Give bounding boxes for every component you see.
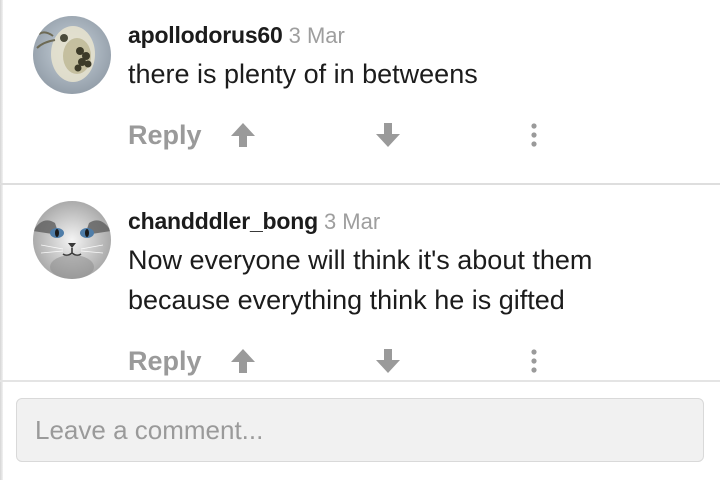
comment-date: 3 Mar — [323, 209, 381, 234]
comment-meta: apollodorus60 3 Mar — [128, 22, 345, 49]
vertical-dots-icon[interactable] — [520, 121, 548, 149]
avatar-image — [33, 201, 111, 279]
reply-button[interactable]: Reply — [128, 115, 202, 155]
comment-date: 3 Mar — [288, 23, 345, 48]
comment-item: apollodorus60 3 Mar there is plenty of in… — [0, 0, 720, 184]
avatar[interactable] — [33, 201, 111, 279]
arrow-down-icon[interactable] — [374, 121, 402, 149]
comment-divider — [0, 183, 720, 185]
avatar-image — [33, 16, 111, 94]
comment-input[interactable] — [17, 399, 703, 461]
comment-text: Now everyone will think it's about them … — [128, 245, 593, 315]
comment-composer — [16, 398, 704, 462]
avatar[interactable] — [33, 16, 111, 94]
username[interactable]: apollodorus60 — [128, 22, 283, 48]
arrow-up-icon[interactable] — [229, 347, 257, 375]
comment-divider — [0, 380, 720, 382]
comment-meta: chandddler_bong 3 Mar — [128, 208, 380, 235]
comments-panel: apollodorus60 3 Mar there is plenty of in… — [0, 0, 720, 480]
vertical-dots-icon[interactable] — [520, 347, 548, 375]
username[interactable]: chandddler_bong — [128, 208, 318, 234]
arrow-down-icon[interactable] — [374, 347, 402, 375]
comment-item: chandddler_bong 3 Mar Now everyone will t… — [0, 186, 720, 380]
arrow-up-icon[interactable] — [229, 121, 257, 149]
comment-text: there is plenty of in betweens — [128, 59, 478, 89]
reply-button[interactable]: Reply — [128, 341, 202, 381]
